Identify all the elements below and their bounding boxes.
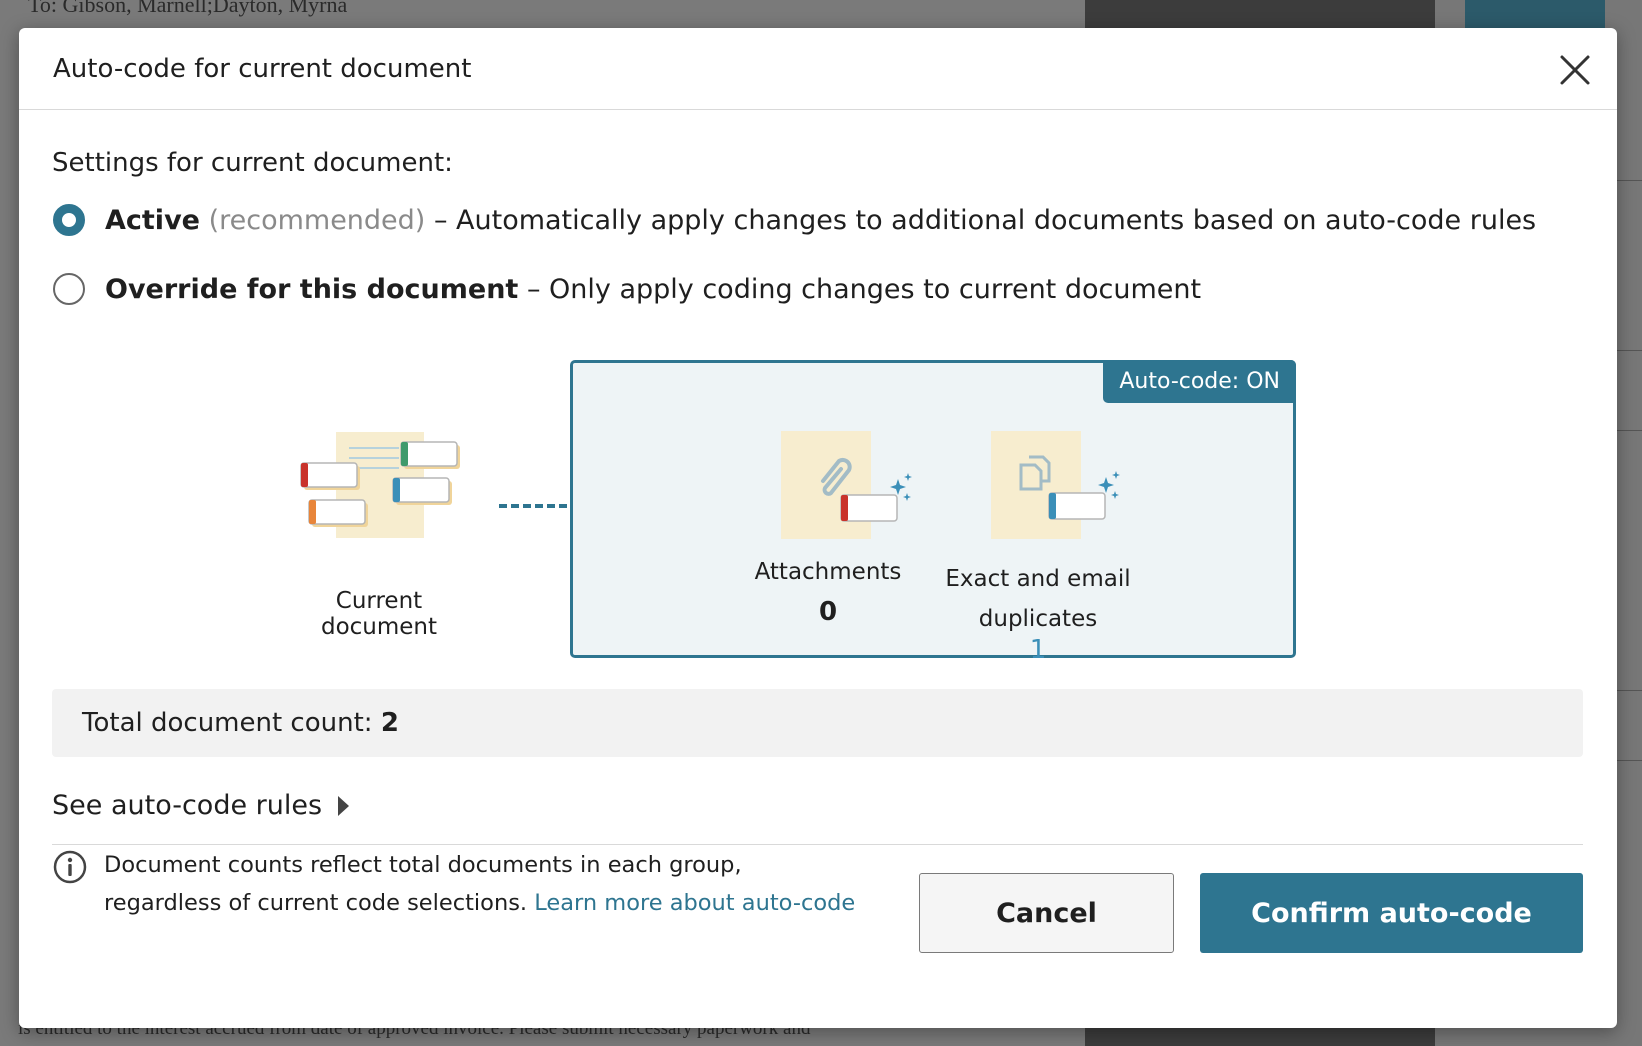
info-icon <box>53 850 87 884</box>
duplicates-label: Exact and email duplicates <box>933 559 1143 639</box>
total-document-count-bar: Total document count: 2 <box>52 689 1583 757</box>
auto-code-box: Auto-code: ON Attachments 0 Exact and em… <box>570 360 1296 665</box>
duplicates-count: 1 <box>1029 635 1047 665</box>
current-document-label: Current document <box>320 588 438 640</box>
caret-right-icon <box>338 795 350 816</box>
footer-divider <box>52 844 1583 845</box>
close-icon <box>1560 55 1590 85</box>
auto-code-status-badge: Auto-code: ON <box>1103 360 1296 403</box>
attachments-count: 0 <box>818 597 838 627</box>
total-document-count: Total document count: 2 <box>82 708 399 738</box>
option-active-label: Active <box>105 204 200 236</box>
duplicates-illustration <box>991 431 1120 539</box>
close-button[interactable] <box>1557 52 1593 88</box>
settings-heading: Settings for current document: <box>52 148 453 178</box>
total-value: 2 <box>380 708 399 738</box>
rules-link-label: See auto-code rules <box>52 790 323 821</box>
info-message: Document counts reflect total documents … <box>104 846 864 922</box>
option-override-description: – Only apply coding changes to current d… <box>526 273 1202 305</box>
background-toolbar-block <box>1465 0 1605 30</box>
auto-code-modal: Auto-code for current document Settings … <box>19 28 1617 1028</box>
cancel-button[interactable]: Cancel <box>919 873 1174 953</box>
option-active-recommended: (recommended) <box>208 204 426 236</box>
attachments-illustration <box>781 431 912 539</box>
total-label: Total document count: <box>82 708 381 738</box>
modal-header: Auto-code for current document <box>19 28 1617 110</box>
see-auto-code-rules-link[interactable]: See auto-code rules <box>52 790 354 821</box>
radio-override[interactable] <box>53 273 85 305</box>
modal-title: Auto-code for current document <box>53 54 472 84</box>
option-active-description: – Automatically apply changes to additio… <box>433 204 1537 236</box>
duplicates-label-line2: duplicates <box>978 606 1098 632</box>
confirm-auto-code-button[interactable]: Confirm auto-code <box>1200 873 1583 953</box>
option-active[interactable]: Active (recommended) – Automatically app… <box>53 204 1536 236</box>
option-override-label: Override for this document <box>105 273 519 305</box>
duplicates-label-line1: Exact and email <box>945 566 1131 592</box>
attachments-label: Attachments <box>754 559 902 585</box>
background-to-line: To: Gibson, Marnell;Dayton, Myrna <box>28 0 348 17</box>
option-override[interactable]: Override for this document – Only apply … <box>53 273 1201 305</box>
radio-active[interactable] <box>53 204 85 236</box>
learn-more-link[interactable]: Learn more about auto-code <box>534 890 855 916</box>
